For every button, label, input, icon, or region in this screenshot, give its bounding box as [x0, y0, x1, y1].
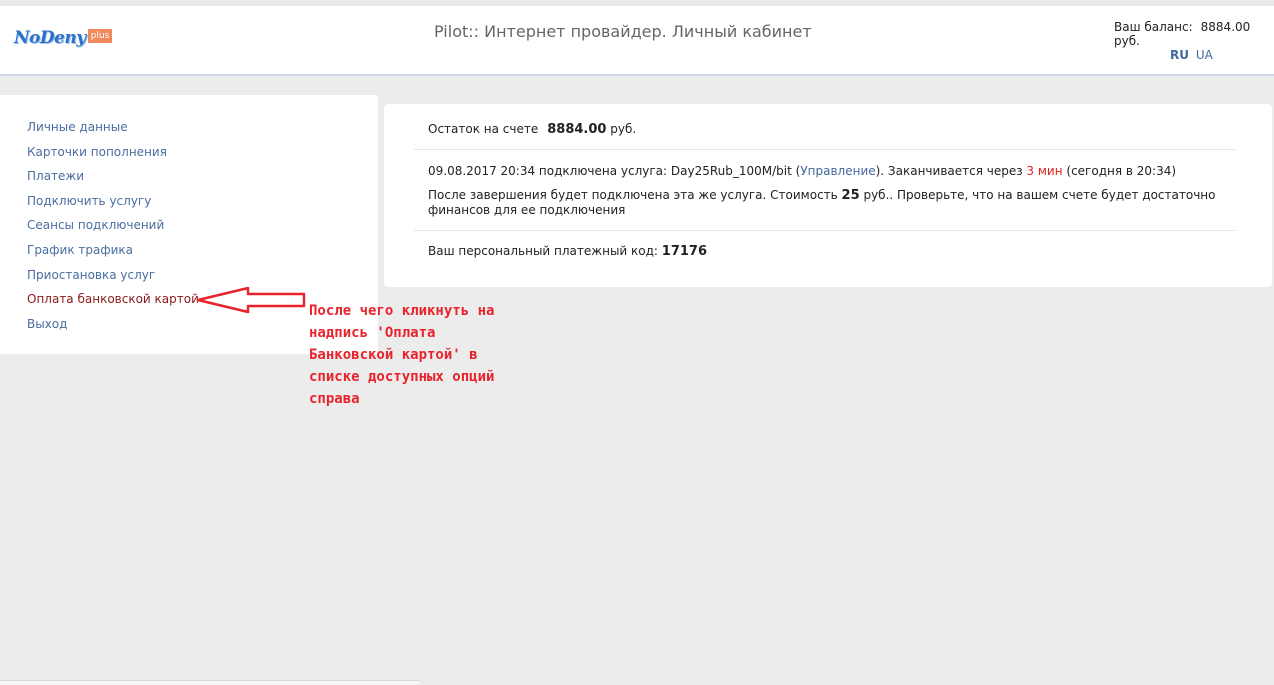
divider [414, 230, 1236, 231]
balance-label: Ваш баланс: [1114, 20, 1193, 34]
sidebar-item-sessions[interactable]: Сеансы подключений [27, 217, 199, 242]
payment-code-value: 17176 [661, 244, 708, 259]
language-switcher: RU UA [1170, 48, 1213, 62]
account-balance-currency: руб. [610, 122, 637, 136]
logo-wordmark: NoDeny [14, 28, 86, 48]
sidebar-item-card-payment[interactable]: Оплата банковской картой [27, 291, 199, 316]
account-balance-row: Остаток на счете 8884.00 руб. [428, 122, 636, 137]
payment-code-label: Ваш персональный платежный код: [428, 244, 658, 258]
annotation-arrow-icon [196, 287, 306, 314]
header-balance: Ваш баланс: 8884.00 руб. [1114, 20, 1274, 48]
header: NoDeny plus Pilot:: Интернет провайдер. Л… [0, 0, 1274, 76]
service-status-row: 09.08.2017 20:34 подключена услуга: Day2… [428, 164, 1176, 178]
logo[interactable]: NoDeny plus [14, 28, 113, 52]
service-status-mid: ). Заканчивается через [875, 164, 1027, 178]
logo-plus-badge: plus [87, 29, 113, 43]
service-status-suffix: (сегодня в 20:34) [1062, 164, 1177, 178]
account-balance-amount: 8884.00 [547, 122, 607, 137]
language-ru-link[interactable]: RU [1170, 48, 1189, 62]
sidebar-item-personal-data[interactable]: Личные данные [27, 119, 199, 144]
payment-code-row: Ваш персональный платежный код: 17176 [428, 244, 707, 259]
account-summary-panel: Остаток на счете 8884.00 руб. 09.08.2017 … [384, 104, 1272, 287]
sidebar-item-payments[interactable]: Платежи [27, 168, 199, 193]
service-status-prefix: 09.08.2017 20:34 подключена услуга: Day2… [428, 164, 801, 178]
language-ua-link[interactable]: UA [1196, 48, 1213, 62]
divider [414, 149, 1236, 150]
service-remaining-time: 3 мин [1026, 164, 1063, 178]
sidebar-item-logout[interactable]: Выход [27, 316, 199, 341]
scrollbar-track[interactable] [0, 680, 420, 685]
sidebar-item-traffic-chart[interactable]: График трафика [27, 242, 199, 267]
renewal-cost: 25 [841, 188, 860, 203]
annotation-text: После чего кликнуть на надпись 'Оплата Б… [309, 303, 495, 407]
sidebar-item-connect-service[interactable]: Подключить услугу [27, 193, 199, 218]
account-balance-label: Остаток на счете [428, 122, 539, 136]
renewal-prefix: После завершения будет подключена эта же… [428, 188, 842, 202]
page-title: Pilot:: Интернет провайдер. Личный кабин… [434, 22, 812, 41]
sidebar-item-suspend-services[interactable]: Приостановка услуг [27, 267, 199, 292]
sidebar-item-topup-cards[interactable]: Карточки пополнения [27, 144, 199, 169]
service-manage-link[interactable]: Управление [800, 164, 875, 178]
renewal-notice: После завершения будет подключена эта же… [428, 188, 1228, 217]
